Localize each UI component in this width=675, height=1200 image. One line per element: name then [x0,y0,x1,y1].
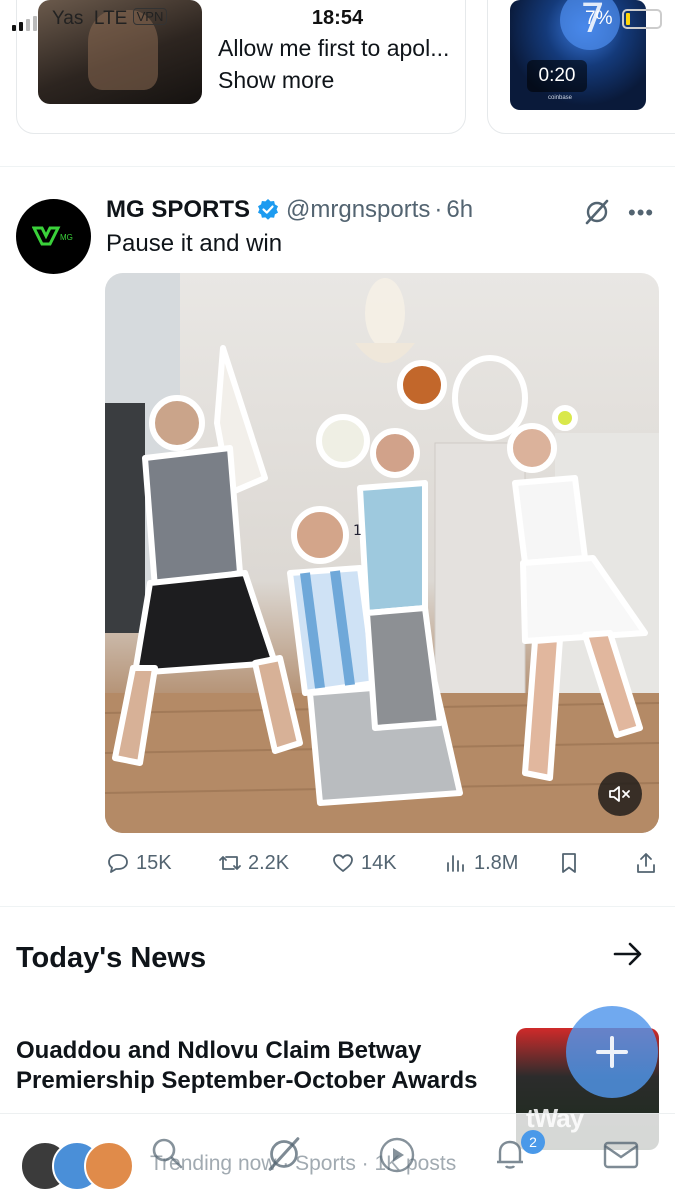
repost-count: 2.2K [248,851,290,874]
tweet-actions: 15K 2.2K 14K 1.8M [0,848,675,878]
notification-badge: 2 [521,1130,545,1154]
tweet-time[interactable]: 6h [446,196,473,224]
tweet-header: MG SPORTS @mrgnsports · 6h [106,195,473,225]
carousel-card-text[interactable]: Allow me first to apol... Show more [218,32,458,96]
mg-logo-icon: MG [31,226,73,245]
svg-text:1: 1 [353,523,362,539]
views-icon [447,855,464,872]
arrow-right-icon[interactable] [612,940,644,968]
views-button[interactable]: 1.8M [444,848,518,878]
more-icon[interactable]: ••• [628,200,654,226]
video-caption: coinbase [548,95,573,101]
avatar [84,1141,134,1191]
tweet-video[interactable]: 1 [105,273,659,833]
news-section-title: Today's News [16,942,207,974]
verified-badge-icon [258,199,279,220]
news-headline[interactable]: Ouaddou and Ndlovu Claim Betway Premiers… [16,1036,486,1096]
status-bar: Yas LTE VPN 18:54 7% [0,0,675,38]
video-frame: 1 [105,273,659,833]
mail-icon[interactable] [602,1138,640,1172]
reply-button[interactable]: 15K [106,848,172,878]
views-count: 1.8M [474,851,519,874]
separator-dot: · [434,196,443,223]
battery-icon [622,9,662,29]
mute-button[interactable] [598,772,642,816]
avatar[interactable]: MG [16,199,91,274]
grok-tab-icon[interactable] [266,1136,302,1172]
share-icon [637,853,655,873]
like-button[interactable]: 14K [331,848,397,878]
tweet-text: Pause it and win [106,230,283,257]
reply-count: 15K [136,851,172,874]
share-button[interactable] [634,848,658,878]
like-count: 14K [361,851,397,874]
plus-icon [596,1036,628,1068]
status-time: 18:54 [311,7,364,29]
divider [0,906,675,907]
author-handle[interactable]: @mrgnsports [286,196,430,224]
video-tab-icon[interactable] [378,1136,416,1174]
video-duration: 0:20 [527,60,587,92]
battery-percent: 7% [585,8,613,29]
bookmark-button[interactable] [557,848,581,878]
grok-icon[interactable] [584,199,610,225]
bookmark-icon [562,853,576,873]
divider [0,166,675,167]
compose-button[interactable] [566,1006,658,1098]
speaker-muted-icon [609,786,630,802]
repost-icon [219,856,241,870]
svg-text:MG: MG [60,233,73,242]
account-avatars[interactable] [20,1141,135,1191]
reply-icon [108,854,128,873]
author-name[interactable]: MG SPORTS [106,196,250,224]
like-icon [333,854,353,872]
repost-button[interactable]: 2.2K [218,848,289,878]
